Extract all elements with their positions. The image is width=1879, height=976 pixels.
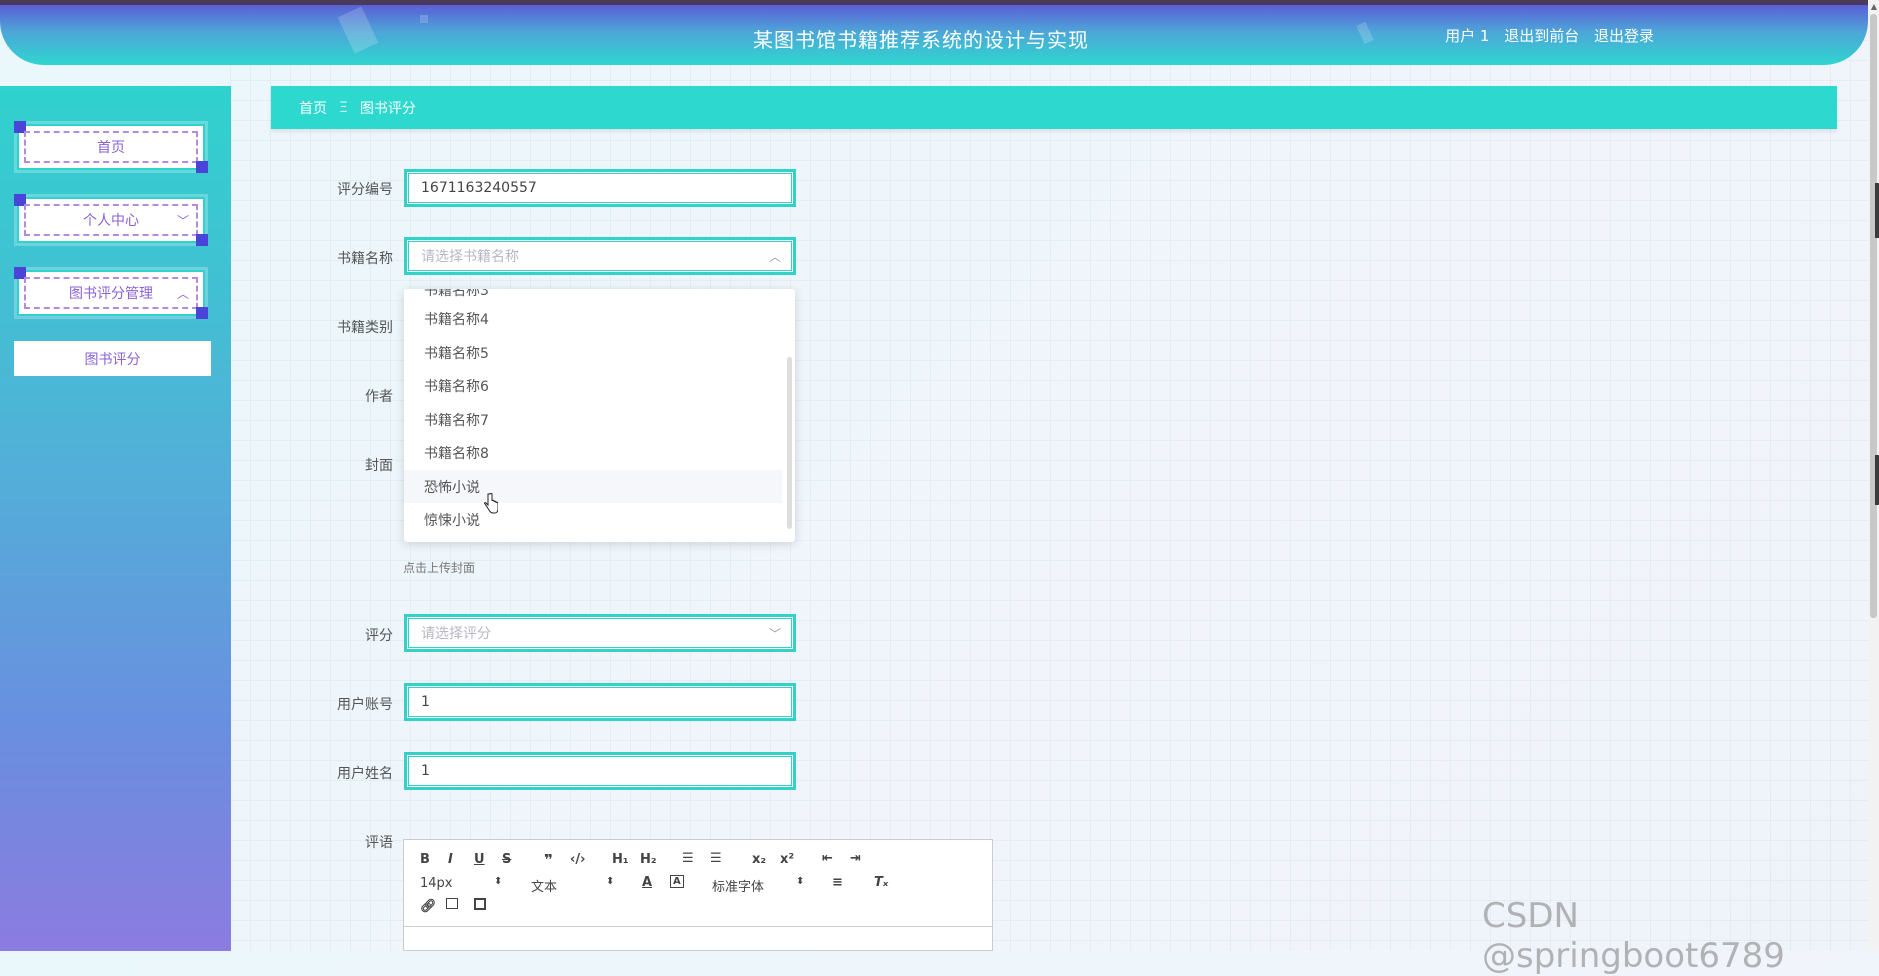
sidebar-item-label: 个人中心 <box>83 213 139 229</box>
sidebar: 首页 个人中心 ﹀ 图书评分管理 ︿ <box>0 86 231 951</box>
breadcrumb-current: 图书评分 <box>359 100 416 117</box>
bold-icon[interactable]: B <box>420 852 430 867</box>
chevron-down-icon: ﹀ <box>176 214 189 228</box>
chevron-down-icon: ﹀ <box>768 627 781 641</box>
font-family-select-arrow-icon: ⬍ <box>796 876 805 887</box>
font-family-select[interactable]: 标准字体 <box>712 876 764 895</box>
strikethrough-icon[interactable]: S <box>502 852 511 867</box>
watermark: CSDN @springboot6789 <box>1482 896 1785 976</box>
header-decoration <box>420 15 428 23</box>
dropdown-option[interactable]: 书籍名称5 <box>404 336 782 369</box>
code-icon[interactable]: ‹/› <box>570 852 585 867</box>
score-placeholder: 请选择评分 <box>421 626 491 642</box>
header: 某图书馆书籍推荐系统的设计与实现 用户 1 退出到前台 退出登录 <box>0 5 1868 65</box>
link-icon[interactable]: 🔗︎ <box>420 899 437 914</box>
book-name-select[interactable]: 请选择书籍名称 ︿ <box>404 237 796 275</box>
book-name-placeholder: 请选择书籍名称 <box>421 249 519 265</box>
align-icon[interactable]: ≡ <box>832 875 843 890</box>
dropdown-option[interactable]: 书籍名称7 <box>404 403 782 436</box>
sidebar-item-label: 首页 <box>97 140 125 156</box>
image-icon[interactable] <box>446 898 458 909</box>
font-size-select-arrow-icon: ⬍ <box>494 876 503 887</box>
user-account-input[interactable]: 1 <box>404 683 796 721</box>
paragraph-select-arrow-icon: ⬍ <box>606 876 615 887</box>
score-select[interactable]: 请选择评分 ﹀ <box>404 614 796 652</box>
chevron-up-icon: ︿ <box>768 250 781 264</box>
score-label: 评分 <box>365 628 393 644</box>
author-label: 作者 <box>365 389 393 405</box>
rating-no-label: 评分编号 <box>337 182 393 198</box>
scroll-up-arrow-icon[interactable]: ▲ <box>1871 2 1877 11</box>
breadcrumb-separator-icon: Ξ <box>339 99 348 116</box>
sidebar-item-home[interactable]: 首页 <box>14 121 208 173</box>
sidebar-item-personal-center[interactable]: 个人中心 ﹀ <box>14 194 208 246</box>
blockquote-icon[interactable]: ❞ <box>544 851 553 869</box>
edge-marker <box>1875 455 1879 505</box>
dropdown-option[interactable]: 书籍名称6 <box>404 369 782 402</box>
font-size-select[interactable]: 14px <box>420 876 453 891</box>
video-icon[interactable] <box>474 898 486 910</box>
comment-editor[interactable]: B I U S ❞ ‹/› H₁ H₂ ☰ ☰ x₂ x² ⇤ ⇥ 14px ⬍… <box>403 839 993 951</box>
bullet-list-icon[interactable]: ☰ <box>710 851 722 866</box>
dropdown-option[interactable]: 惊悚小说 <box>404 503 782 536</box>
sidebar-subitem-book-rating[interactable]: 图书评分 <box>14 341 211 376</box>
outdent-icon[interactable]: ⇤ <box>822 851 833 866</box>
rating-no-input[interactable]: 1671163240557 <box>404 169 796 207</box>
dropdown-option[interactable]: 书籍名称4 <box>404 302 782 335</box>
cover-label: 封面 <box>365 458 393 474</box>
hand-cursor-icon <box>484 493 498 514</box>
subscript-icon[interactable]: x₂ <box>752 852 766 867</box>
heading1-icon[interactable]: H₁ <box>612 852 629 867</box>
page-scrollbar-thumb[interactable] <box>1870 14 1877 618</box>
ordered-list-icon[interactable]: ☰ <box>682 851 694 866</box>
exit-to-front-link[interactable]: 退出到前台 <box>1504 27 1579 45</box>
indent-icon[interactable]: ⇥ <box>850 851 861 866</box>
superscript-icon[interactable]: x² <box>780 852 794 867</box>
dropdown-option-hovered[interactable]: 恐怖小说 <box>404 470 782 503</box>
user-name-label: 用户姓名 <box>337 766 393 782</box>
comment-label: 评语 <box>365 835 393 851</box>
cover-upload-hint[interactable]: 点击上传封面 <box>403 559 475 576</box>
paragraph-select[interactable]: 文本 <box>531 876 557 895</box>
sidebar-item-rating-management[interactable]: 图书评分管理 ︿ <box>14 267 208 319</box>
user-account-label: 用户账号 <box>337 697 393 713</box>
logout-link[interactable]: 退出登录 <box>1594 27 1654 45</box>
edge-marker <box>1875 183 1879 238</box>
book-name-dropdown: 书籍名称3 书籍名称4 书籍名称5 书籍名称6 书籍名称7 书籍名称8 恐怖小说… <box>404 289 795 542</box>
current-user: 用户 1 <box>1445 27 1490 45</box>
editor-toolbar-divider <box>404 926 992 927</box>
dropdown-option[interactable]: 书籍名称8 <box>404 436 782 469</box>
heading2-icon[interactable]: H₂ <box>640 852 657 867</box>
header-user-links: 用户 1 退出到前台 退出登录 <box>1435 25 1654 46</box>
book-name-label: 书籍名称 <box>337 251 393 267</box>
book-type-label: 书籍类别 <box>337 320 393 336</box>
breadcrumb: 首页 Ξ 图书评分 <box>271 86 1837 129</box>
user-name-input[interactable]: 1 <box>404 752 796 790</box>
background-color-icon[interactable]: A <box>670 875 684 888</box>
underline-icon[interactable]: U <box>474 852 485 867</box>
sidebar-item-label: 图书评分管理 <box>69 286 153 302</box>
dropdown-scrollbar[interactable] <box>787 357 792 529</box>
chevron-up-icon: ︿ <box>176 287 189 301</box>
breadcrumb-home[interactable]: 首页 <box>299 98 327 118</box>
font-color-icon[interactable]: A <box>642 875 652 890</box>
clear-format-icon[interactable]: Tₓ <box>874 875 888 890</box>
italic-icon[interactable]: I <box>448 852 453 867</box>
